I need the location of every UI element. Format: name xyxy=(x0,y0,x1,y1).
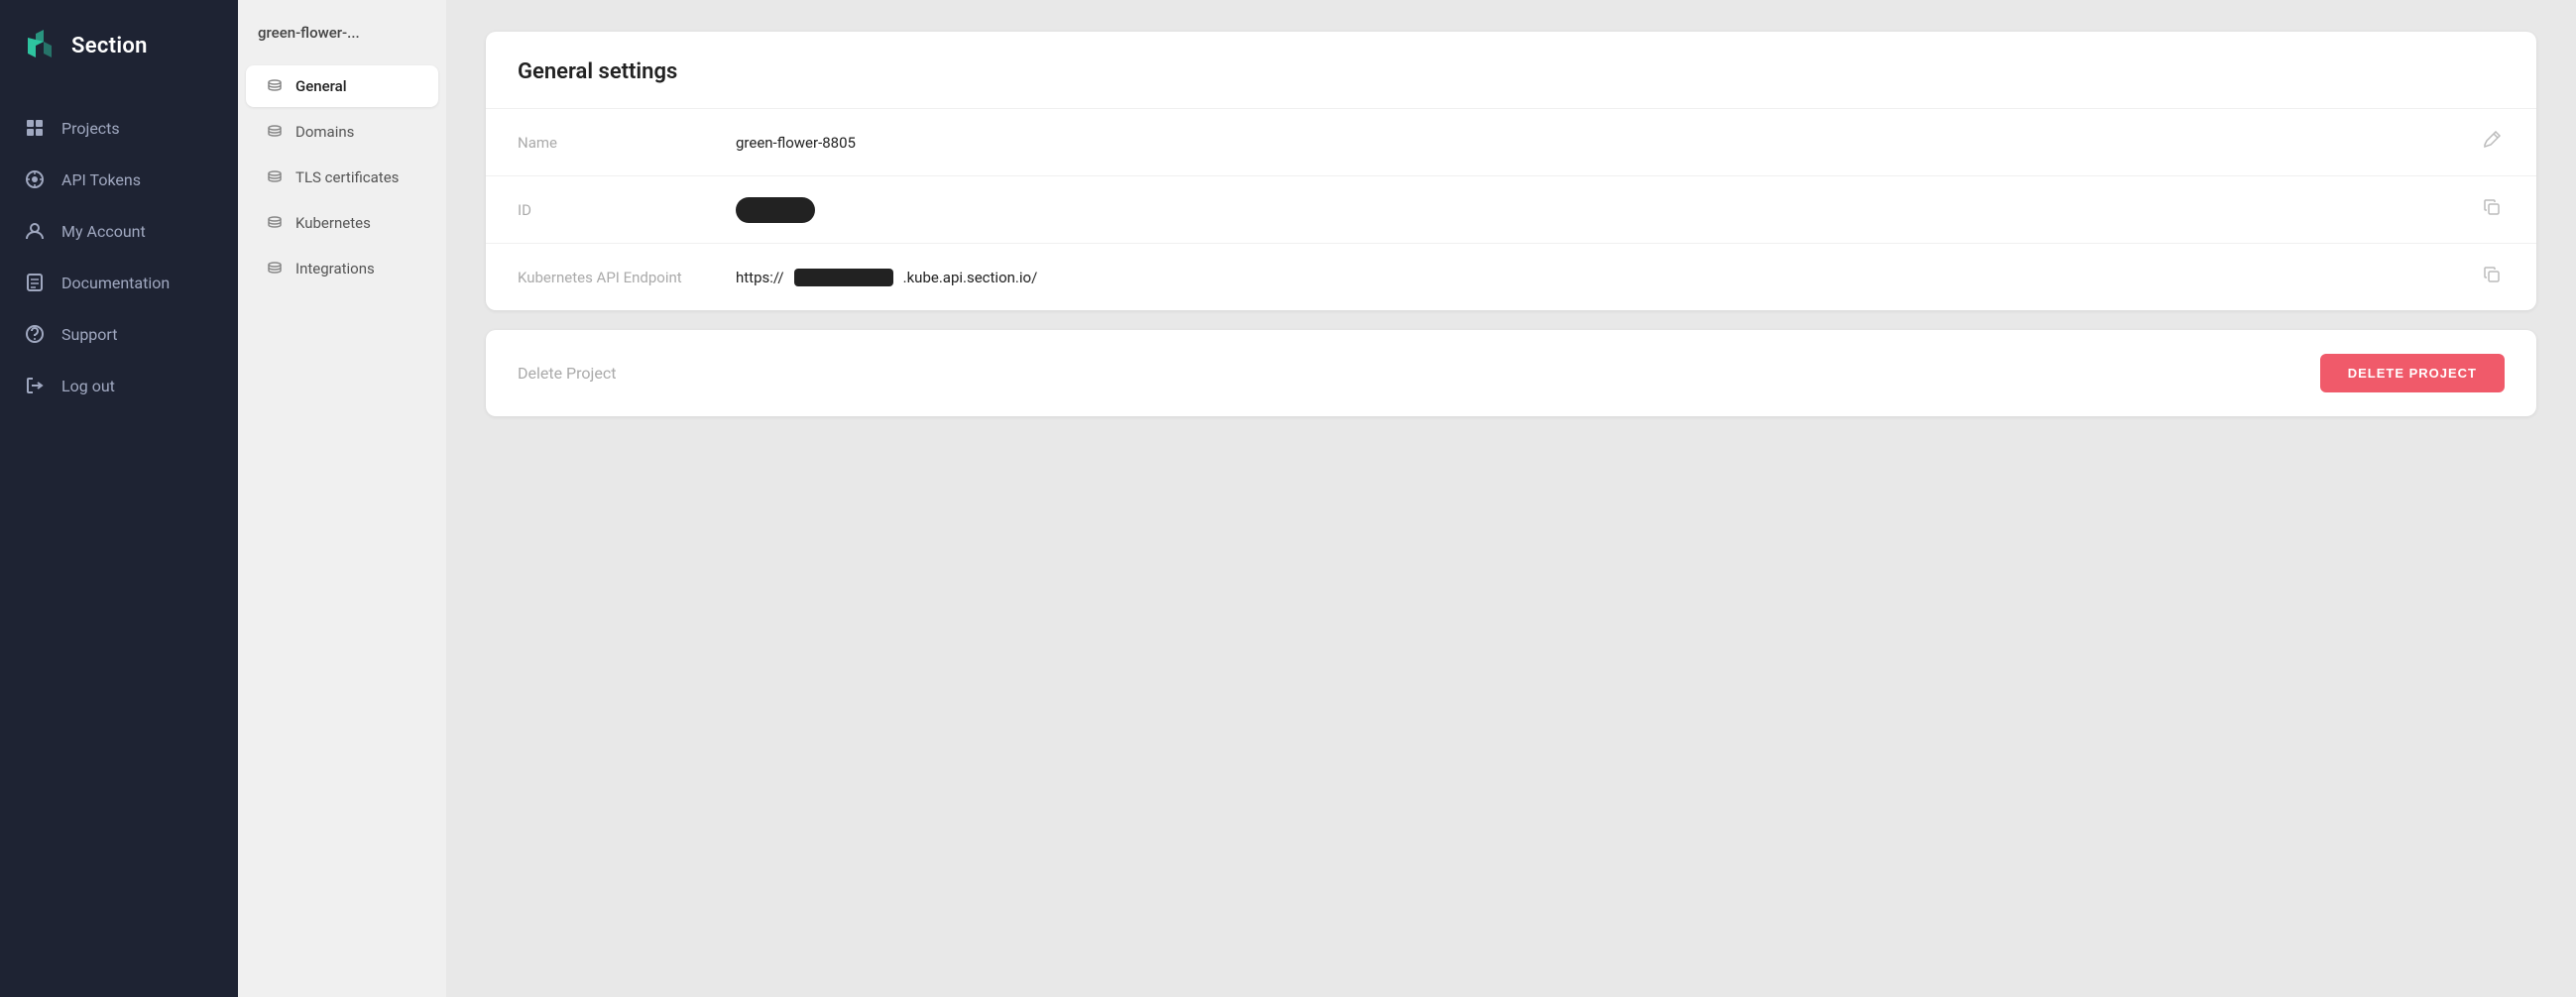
sidebar-item-documentation-label: Documentation xyxy=(61,274,170,292)
id-label: ID xyxy=(518,201,736,219)
delete-project-section: Delete Project DELETE PROJECT xyxy=(486,330,2536,416)
sidebar-item-my-account[interactable]: My Account xyxy=(0,206,238,256)
domains-nav-icon xyxy=(266,123,284,141)
secondary-nav-tls-label: TLS certificates xyxy=(295,168,399,186)
tls-nav-icon xyxy=(266,168,284,186)
sidebar-nav: Projects API Tokens My Account Documenta… xyxy=(0,91,238,997)
secondary-nav-integrations-label: Integrations xyxy=(295,260,375,277)
sidebar-item-support-label: Support xyxy=(61,325,117,344)
sidebar-item-projects[interactable]: Projects xyxy=(0,103,238,153)
secondary-sidebar: green-flower-... General Domains TLS cer… xyxy=(238,0,446,997)
secondary-nav-tls[interactable]: TLS certificates xyxy=(246,157,438,198)
support-icon xyxy=(24,323,46,345)
secondary-nav-domains-label: Domains xyxy=(295,123,354,141)
copy-k8s-endpoint-button[interactable] xyxy=(2479,262,2505,292)
logo-text: Section xyxy=(71,34,148,58)
sidebar-item-log-out[interactable]: Log out xyxy=(0,361,238,410)
sidebar-item-log-out-label: Log out xyxy=(61,377,115,395)
secondary-nav-general[interactable]: General xyxy=(246,65,438,107)
id-redacted xyxy=(736,197,815,223)
general-settings-title: General settings xyxy=(486,32,2536,108)
secondary-nav-kubernetes-label: Kubernetes xyxy=(295,214,371,232)
secondary-nav-general-label: General xyxy=(295,77,347,95)
documentation-icon xyxy=(24,272,46,293)
projects-icon xyxy=(24,117,46,139)
breadcrumb: green-flower-... xyxy=(238,24,446,61)
secondary-nav-kubernetes[interactable]: Kubernetes xyxy=(246,202,438,244)
delete-project-button[interactable]: DELETE PROJECT xyxy=(2320,354,2505,392)
id-value xyxy=(736,197,2479,223)
copy-id-button[interactable] xyxy=(2479,194,2505,225)
sidebar-item-api-tokens-label: API Tokens xyxy=(61,170,141,189)
sidebar: Section Projects API Tokens My Account D… xyxy=(0,0,238,997)
name-row: Name green-flower-8805 xyxy=(486,108,2536,175)
k8s-endpoint-redacted xyxy=(794,269,893,286)
secondary-nav-domains[interactable]: Domains xyxy=(246,111,438,153)
main-area: green-flower-... General Domains TLS cer… xyxy=(238,0,2576,997)
secondary-nav-integrations[interactable]: Integrations xyxy=(246,248,438,289)
delete-project-label: Delete Project xyxy=(518,364,2320,383)
api-tokens-icon xyxy=(24,168,46,190)
sidebar-item-api-tokens[interactable]: API Tokens xyxy=(0,155,238,204)
integrations-nav-icon xyxy=(266,260,284,277)
log-out-icon xyxy=(24,375,46,396)
my-account-icon xyxy=(24,220,46,242)
sidebar-item-support[interactable]: Support xyxy=(0,309,238,359)
general-nav-icon xyxy=(266,77,284,95)
sidebar-item-documentation[interactable]: Documentation xyxy=(0,258,238,307)
delete-project-card: Delete Project DELETE PROJECT xyxy=(486,330,2536,416)
logo: Section xyxy=(0,0,238,91)
section-logo-icon xyxy=(24,28,59,63)
id-row: ID xyxy=(486,175,2536,243)
k8s-endpoint-label: Kubernetes API Endpoint xyxy=(518,269,736,286)
edit-name-button[interactable] xyxy=(2479,127,2505,158)
name-value: green-flower-8805 xyxy=(736,134,2479,152)
k8s-endpoint-value: https://.kube.api.section.io/ xyxy=(736,269,2479,286)
k8s-endpoint-row: Kubernetes API Endpoint https://.kube.ap… xyxy=(486,243,2536,310)
kubernetes-nav-icon xyxy=(266,214,284,232)
content-area: General settings Name green-flower-8805 … xyxy=(446,0,2576,997)
sidebar-item-projects-label: Projects xyxy=(61,119,120,138)
sidebar-item-my-account-label: My Account xyxy=(61,222,146,241)
general-settings-card: General settings Name green-flower-8805 … xyxy=(486,32,2536,310)
name-label: Name xyxy=(518,134,736,152)
